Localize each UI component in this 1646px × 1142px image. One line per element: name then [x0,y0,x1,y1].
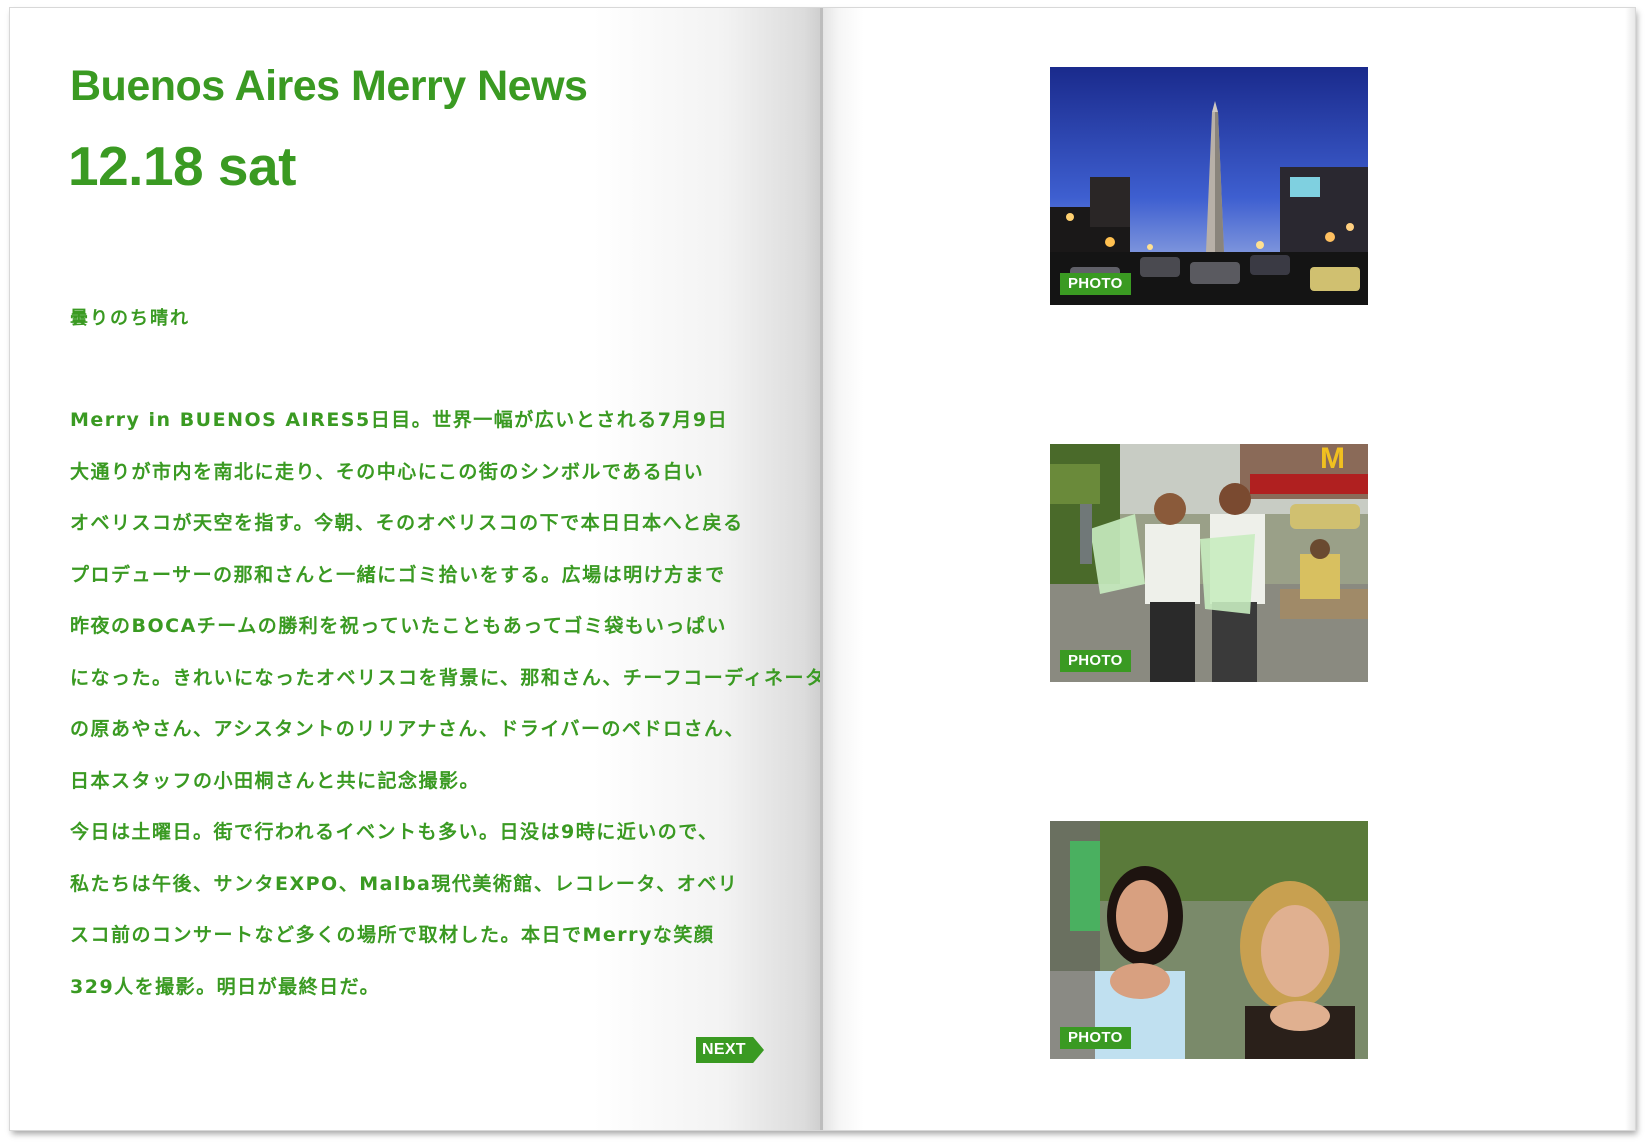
book-spread: Buenos Aires Merry News 12.18 sat 曇りのち晴れ… [10,8,1635,1130]
photo-obelisk-thumbnail[interactable]: PHOTO [1050,67,1368,305]
body-line: プロデューサーの那和さんと一緒にゴミ拾いをする。広場は明け方まで [70,563,726,586]
body-line: 日本スタッフの小田桐さんと共に記念撮影。 [70,769,481,792]
photo-badge: PHOTO [1060,650,1131,672]
smiling-women-image [1050,821,1368,1059]
photo-badge: PHOTO [1060,1027,1131,1049]
body-line: オベリスコが天空を指す。今朝、そのオベリスコの下で本日日本へと戻る [70,512,744,534]
body-line: Merry in BUENOS AIRES5日目。世界一幅が広いとされる7月9日 [70,409,729,431]
obelisk-night-image [1050,67,1368,305]
left-page: Buenos Aires Merry News 12.18 sat 曇りのち晴れ… [10,8,846,1130]
next-button-label: NEXT [702,1041,746,1058]
body-line: 昨夜のBOCAチームの勝利を祝っていたこともあってゴミ袋もいっぱい [70,615,727,637]
cleanup-group-image: M [1050,444,1368,682]
body-line: 今日は土曜日。街で行われるイベントも多い。日没は9時に近いので、 [70,821,719,843]
next-button[interactable]: NEXT [696,1037,764,1063]
photo-badge: PHOTO [1060,273,1131,295]
body-line: 大通りが市内を南北に走り、その中心にこの街のシンボルである白い [70,460,705,483]
date-heading: 12.18 sat [68,135,296,197]
svg-text:M: M [1320,444,1345,475]
photo-cleanup-thumbnail[interactable]: M PHOTO [1050,444,1368,682]
page-edge [1625,8,1635,1130]
body-line: 329人を撮影。明日が最終日だ。 [70,975,381,998]
body-line: スコ前のコンサートなど多くの場所で取材した。本日でMerryな笑顔 [70,924,715,946]
body-line: になった。きれいになったオベリスコを背景に、那和さん、チーフコーディネーター [70,666,846,689]
photo-smiles-thumbnail[interactable]: PHOTO [1050,821,1368,1059]
weather-text: 曇りのち晴れ [70,308,190,329]
page-title: Buenos Aires Merry News [70,62,588,110]
body-line: 私たちは午後、サンタEXPO、Malba現代美術館、レコレータ、オベリ [70,872,739,895]
article-body: Merry in BUENOS AIRES5日目。世界一幅が広いとされる7月9日… [70,408,846,1026]
body-line: の原あやさん、アシスタントのリリアナさん、ドライバーのペドロさん、 [70,718,745,740]
